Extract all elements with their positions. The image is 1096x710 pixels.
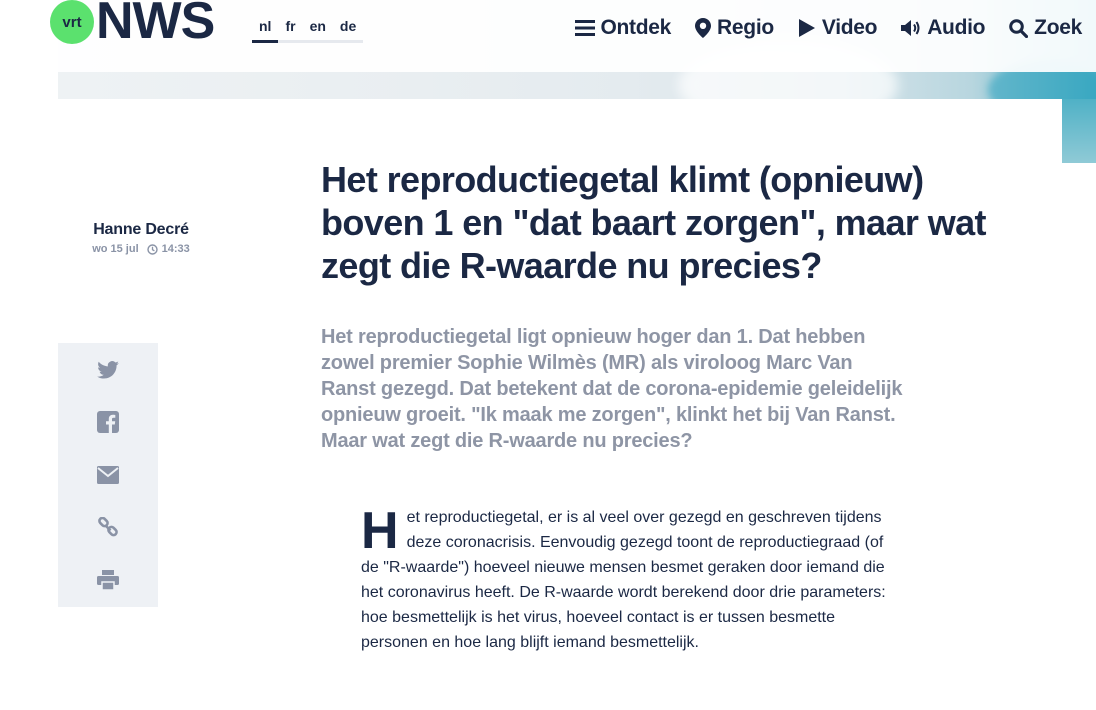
nav-zoek-label: Zoek: [1034, 16, 1082, 39]
lang-nl[interactable]: nl: [252, 16, 279, 43]
play-icon: [798, 19, 815, 37]
print-icon: [97, 570, 119, 591]
print-button[interactable]: [96, 568, 120, 592]
share-twitter-button[interactable]: [96, 358, 120, 382]
logo-wordmark: NWS: [96, 0, 215, 50]
lang-fr[interactable]: fr: [278, 16, 303, 43]
clock-icon: [146, 243, 158, 255]
article-byline: Hanne Decré wo 15 jul 14:33: [86, 221, 196, 255]
location-pin-icon: [695, 18, 712, 38]
article-title: Het reproductiegetal klimt (opnieuw) bov…: [321, 159, 987, 286]
hero-image-edge: [1062, 99, 1096, 163]
lang-en[interactable]: en: [302, 16, 333, 43]
link-icon: [98, 517, 118, 537]
author-name[interactable]: Hanne Decré: [86, 221, 196, 239]
facebook-icon: [97, 411, 119, 433]
search-icon: [1009, 18, 1029, 38]
speaker-icon: [901, 20, 920, 36]
site-header: vrt NWS nl fr en de Ontdek Regio Video A…: [0, 0, 1096, 72]
language-switcher: nl fr en de: [252, 16, 364, 43]
share-facebook-button[interactable]: [96, 410, 120, 434]
drop-cap: H: [361, 502, 399, 560]
publish-meta: wo 15 jul 14:33: [86, 243, 196, 255]
email-icon: [97, 466, 119, 484]
article-body: H et reproductiegetal, er is al veel ove…: [361, 505, 891, 655]
lang-de[interactable]: de: [332, 16, 364, 43]
nav-regio[interactable]: Regio: [695, 16, 774, 40]
nav-ontdek[interactable]: Ontdek: [574, 16, 672, 40]
article-intro: Het reproductiegetal ligt opnieuw hoger …: [321, 326, 903, 452]
nav-ontdek-label: Ontdek: [600, 16, 672, 39]
menu-icon: [574, 20, 595, 36]
share-email-button[interactable]: [96, 463, 120, 487]
nav-regio-label: Regio: [717, 16, 774, 39]
main-nav: Ontdek Regio Video Audio Zoek: [551, 16, 1082, 40]
vrt-nws-logo[interactable]: vrt NWS: [50, 0, 215, 50]
share-bar: [58, 343, 158, 607]
nav-video[interactable]: Video: [798, 16, 877, 40]
publish-time: 14:33: [161, 243, 190, 255]
nav-video-label: Video: [821, 16, 878, 39]
twitter-icon: [97, 361, 119, 379]
nav-zoek[interactable]: Zoek: [1009, 16, 1082, 40]
article-paragraph: et reproductiegetal, er is al veel over …: [361, 509, 886, 651]
nav-audio[interactable]: Audio: [901, 16, 985, 40]
share-link-button[interactable]: [96, 516, 120, 540]
logo-badge: vrt: [50, 0, 94, 44]
nav-audio-label: Audio: [927, 16, 986, 39]
publish-date: wo 15 jul: [92, 243, 139, 255]
